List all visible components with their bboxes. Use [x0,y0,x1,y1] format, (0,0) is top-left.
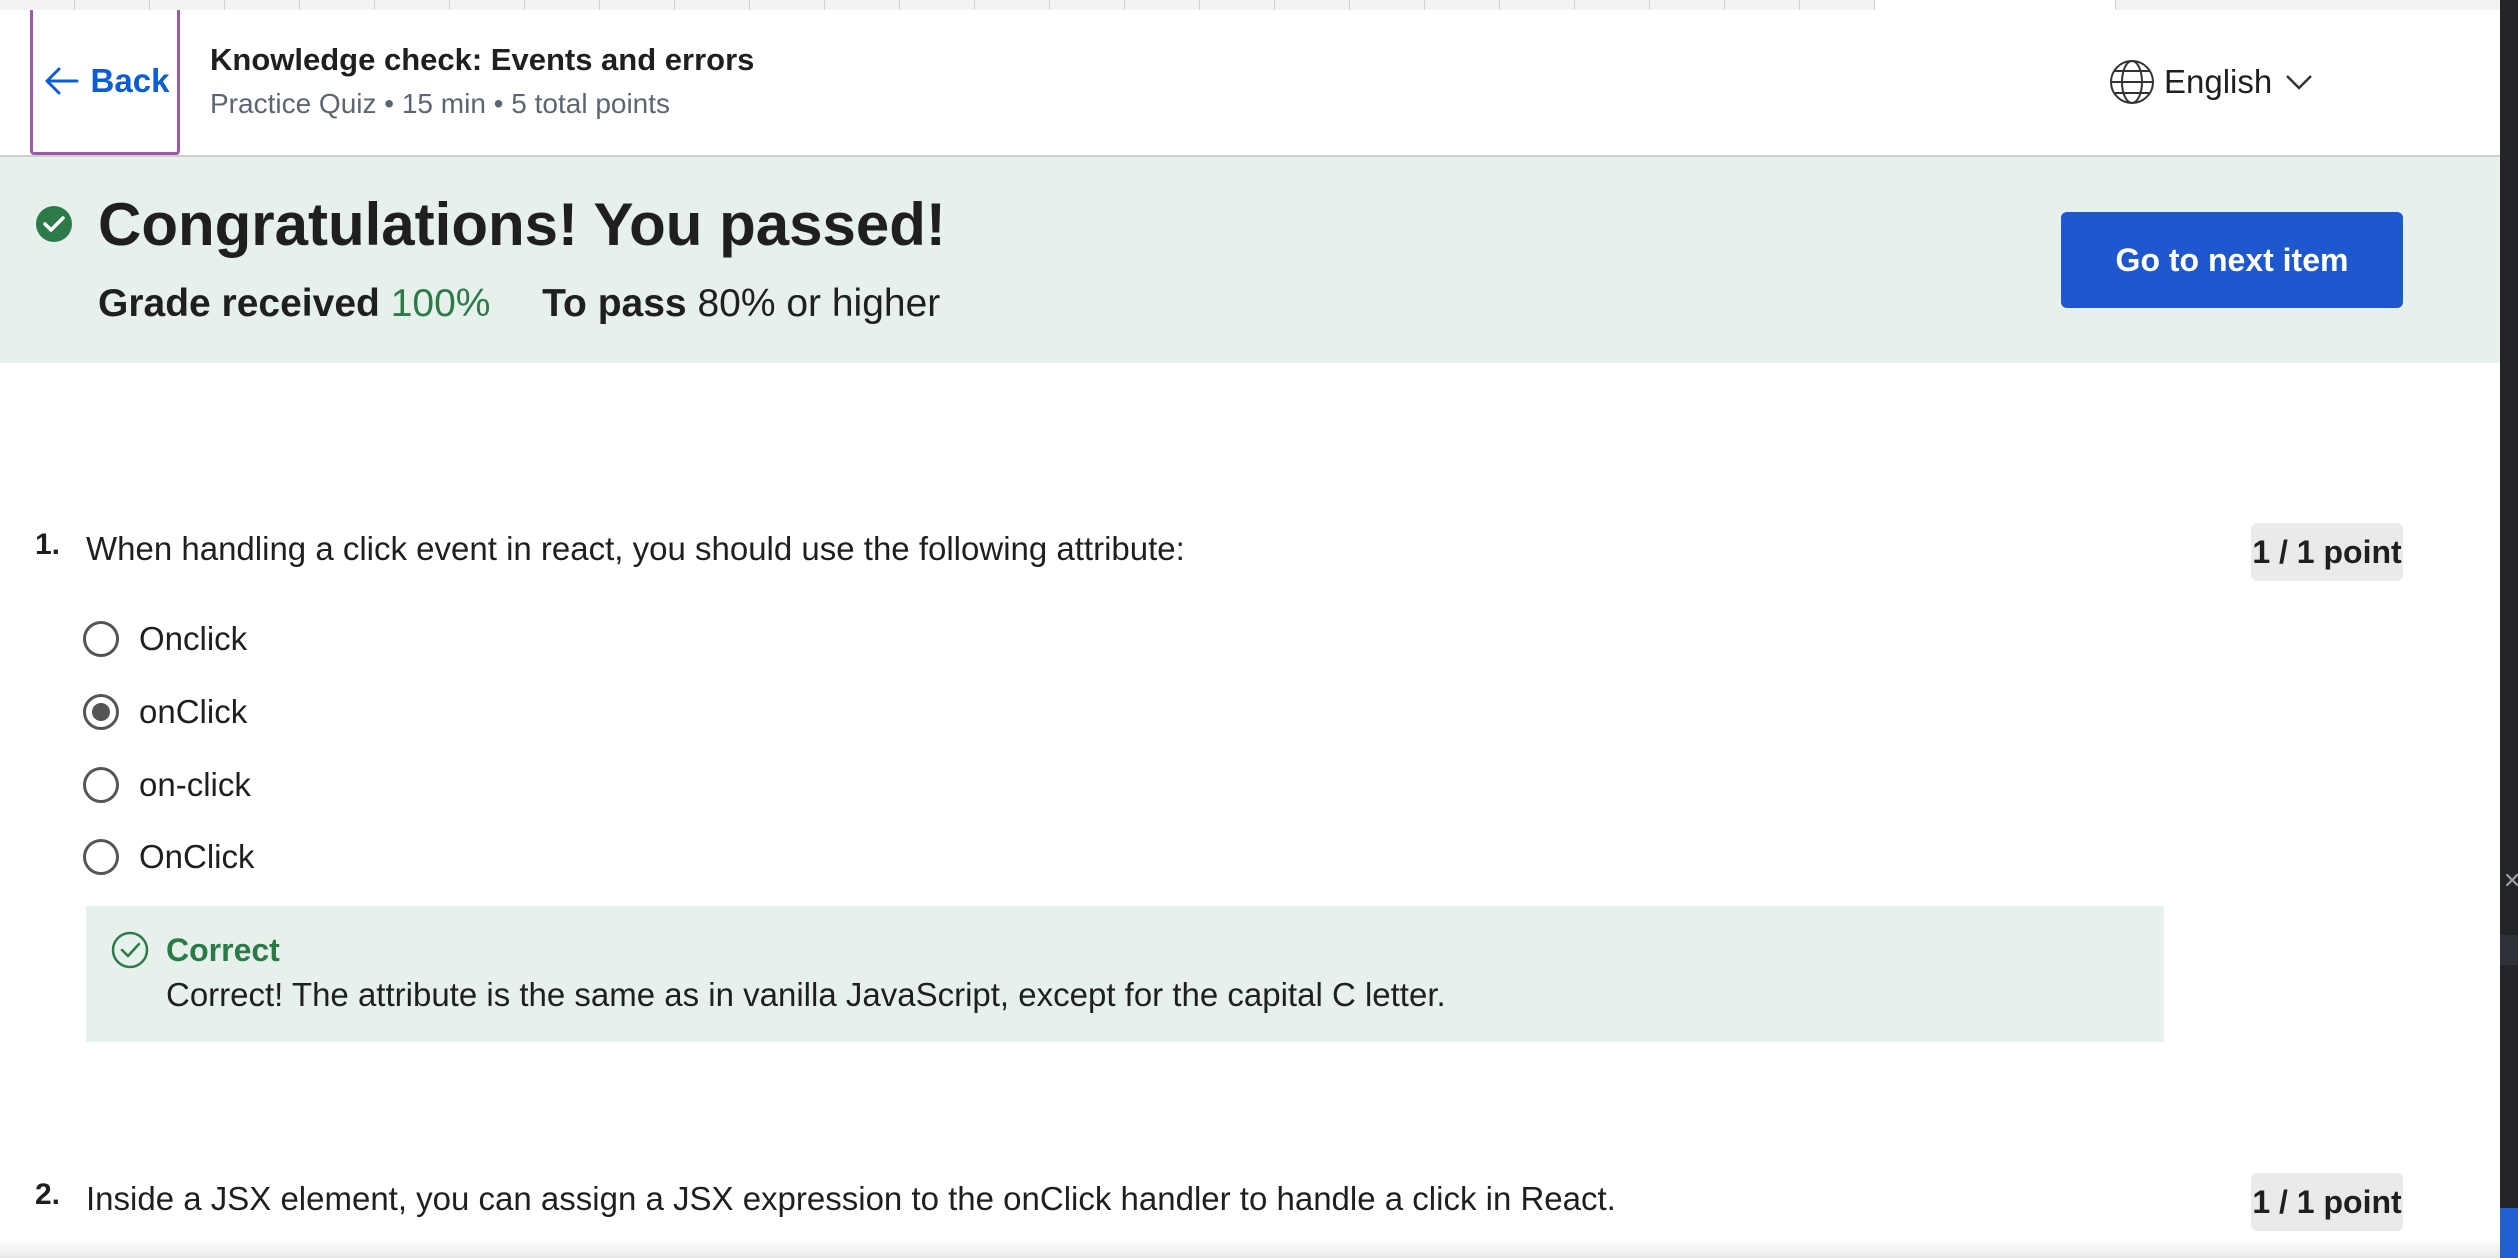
browser-tab[interactable] [1725,0,1800,10]
browser-tab[interactable] [750,0,825,10]
browser-tab[interactable] [225,0,300,10]
pass-threshold-label: To pass [542,282,687,325]
browser-tab[interactable] [1800,0,1875,10]
pass-threshold-value: 80% or higher [697,282,941,325]
answer-option-label: on-click [139,766,251,803]
browser-tab[interactable] [900,0,975,10]
quiz-title: Knowledge check: Events and errors [210,42,755,77]
language-label: English [2164,63,2273,100]
check-circle-icon [36,206,72,242]
answer-option[interactable]: on-click [83,766,251,804]
question-text: When handling a click event in react, yo… [86,530,1185,567]
browser-tab[interactable] [450,0,525,10]
question-points-badge: 1 / 1 point [2251,1173,2403,1231]
radio-button[interactable] [83,767,119,803]
answer-feedback: Correct Correct! The attribute is the sa… [86,906,2164,1042]
browser-tab[interactable] [1125,0,1200,10]
radio-button[interactable] [83,839,119,875]
browser-tab[interactable] [825,0,900,10]
quiz-title-block: Knowledge check: Events and errors Pract… [210,42,754,120]
close-icon[interactable]: ✕ [2503,868,2518,894]
globe-icon [2110,60,2154,104]
browser-tab[interactable] [150,0,225,10]
side-panel-control[interactable] [2500,935,2518,965]
radio-button-selected[interactable] [83,694,119,730]
chevron-down-icon [2286,75,2313,90]
browser-tab[interactable] [375,0,450,10]
browser-tab[interactable] [1500,0,1575,10]
quiz-header: Back Knowledge check: Events and errors … [0,10,2500,157]
answer-option[interactable]: OnClick [83,838,255,876]
browser-tab[interactable] [600,0,675,10]
browser-tab[interactable] [975,0,1050,10]
language-selector[interactable]: English [2108,58,2314,106]
check-circle-outline-icon [111,931,149,969]
grade-value: 100% [390,282,491,325]
question-points-badge: 1 / 1 point [2251,523,2403,581]
browser-tab[interactable] [1200,0,1275,10]
grade-summary: Grade received 100% To pass 80% or highe… [98,282,940,326]
browser-tab[interactable] [675,0,750,10]
radio-button[interactable] [83,621,119,657]
side-panel-control[interactable] [2500,1208,2518,1258]
answer-option-label: Onclick [139,620,248,657]
scroll-fade [0,1240,2500,1258]
answer-option-label: OnClick [139,838,255,875]
browser-tab[interactable] [525,0,600,10]
pass-title: Congratulations! You passed! [98,191,946,258]
browser-tab[interactable] [75,0,150,10]
answer-option-selected[interactable]: onClick [83,693,247,731]
feedback-title: Correct [166,932,280,968]
side-panel-edge: ✕ [2500,0,2518,1258]
quiz-meta: Practice Quiz • 15 min • 5 total points [210,88,671,119]
browser-tab[interactable] [0,0,75,10]
answer-option-label: onClick [139,693,248,730]
browser-tab[interactable] [300,0,375,10]
grade-label: Grade received [98,282,380,325]
question-number: 1. [35,528,61,561]
browser-tab[interactable] [1425,0,1500,10]
browser-tab[interactable] [1275,0,1350,10]
question-text: Inside a JSX element, you can assign a J… [86,1180,1616,1217]
browser-tab[interactable] [1650,0,1725,10]
arrow-left-icon [45,67,79,95]
browser-tab-active[interactable] [1875,0,2116,10]
browser-tab[interactable] [1050,0,1125,10]
browser-tab[interactable] [1575,0,1650,10]
go-to-next-item-button[interactable]: Go to next item [2061,212,2403,308]
answer-option[interactable]: Onclick [83,620,247,658]
back-button[interactable]: Back [30,10,180,155]
back-label: Back [90,62,170,99]
browser-tab[interactable] [1350,0,1425,10]
feedback-text: Correct! The attribute is the same as in… [166,976,1446,1013]
question-number: 2. [35,1178,61,1211]
